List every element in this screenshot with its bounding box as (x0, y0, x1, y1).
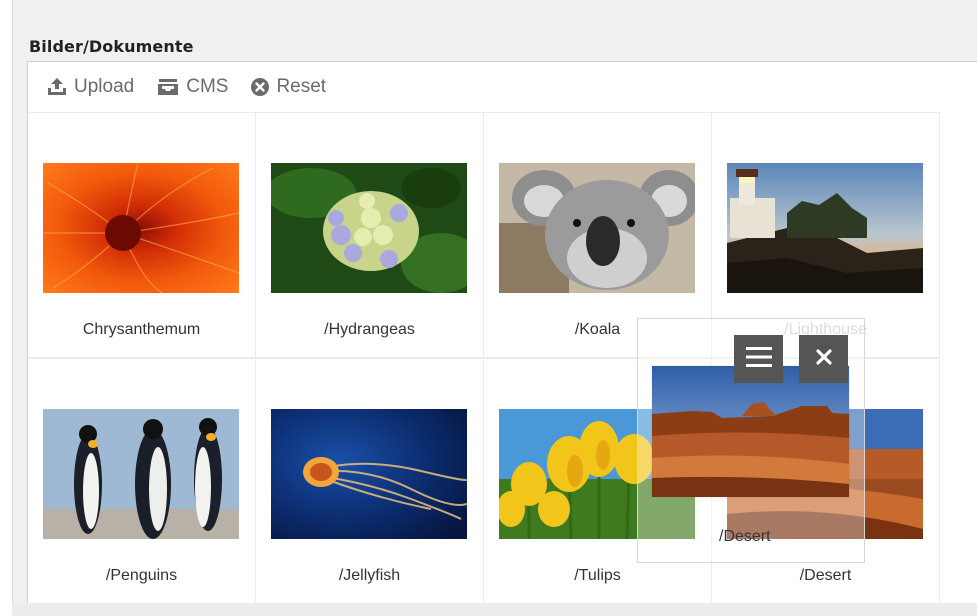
cms-label: CMS (186, 76, 229, 97)
image-caption: /Jellyfish (338, 567, 401, 584)
dragged-image-caption: /Desert (719, 528, 771, 545)
reset-label: Reset (276, 76, 327, 97)
image-caption: /Desert (799, 567, 852, 584)
image-caption: Chrysanthemum (82, 321, 201, 338)
image-tile[interactable]: Chrysanthemum (28, 112, 256, 358)
image-thumbnail (727, 163, 923, 293)
inbox-icon (156, 77, 180, 97)
reset-button[interactable]: Reset (250, 76, 326, 98)
hamburger-icon (745, 346, 772, 372)
cms-button[interactable]: CMS (156, 76, 228, 98)
image-caption: /Tulips (574, 567, 621, 584)
upload-button[interactable]: Upload (46, 76, 134, 98)
image-caption: /Penguins (105, 567, 178, 584)
image-tile[interactable]: /Jellyfish (256, 358, 484, 604)
close-icon (815, 349, 832, 369)
toolbar: Upload CMS Reset (28, 62, 977, 112)
image-thumbnail (271, 409, 467, 539)
image-thumbnail (499, 163, 695, 293)
reorder-menu-button[interactable] (734, 335, 783, 383)
image-tile[interactable]: /Penguins (28, 358, 256, 604)
image-caption: /Hydrangeas (324, 321, 415, 338)
image-thumbnail (271, 163, 467, 293)
reset-icon (250, 77, 270, 97)
image-thumbnail (43, 409, 239, 539)
panel-footer (12, 603, 977, 616)
dragged-image[interactable] (652, 366, 849, 497)
remove-image-button[interactable] (799, 335, 848, 383)
section-title: Bilder/Dokumente (29, 37, 194, 56)
image-tile[interactable]: /Hydrangeas (256, 112, 484, 358)
upload-label: Upload (74, 76, 135, 97)
image-thumbnail (43, 163, 239, 293)
upload-icon (46, 77, 68, 97)
